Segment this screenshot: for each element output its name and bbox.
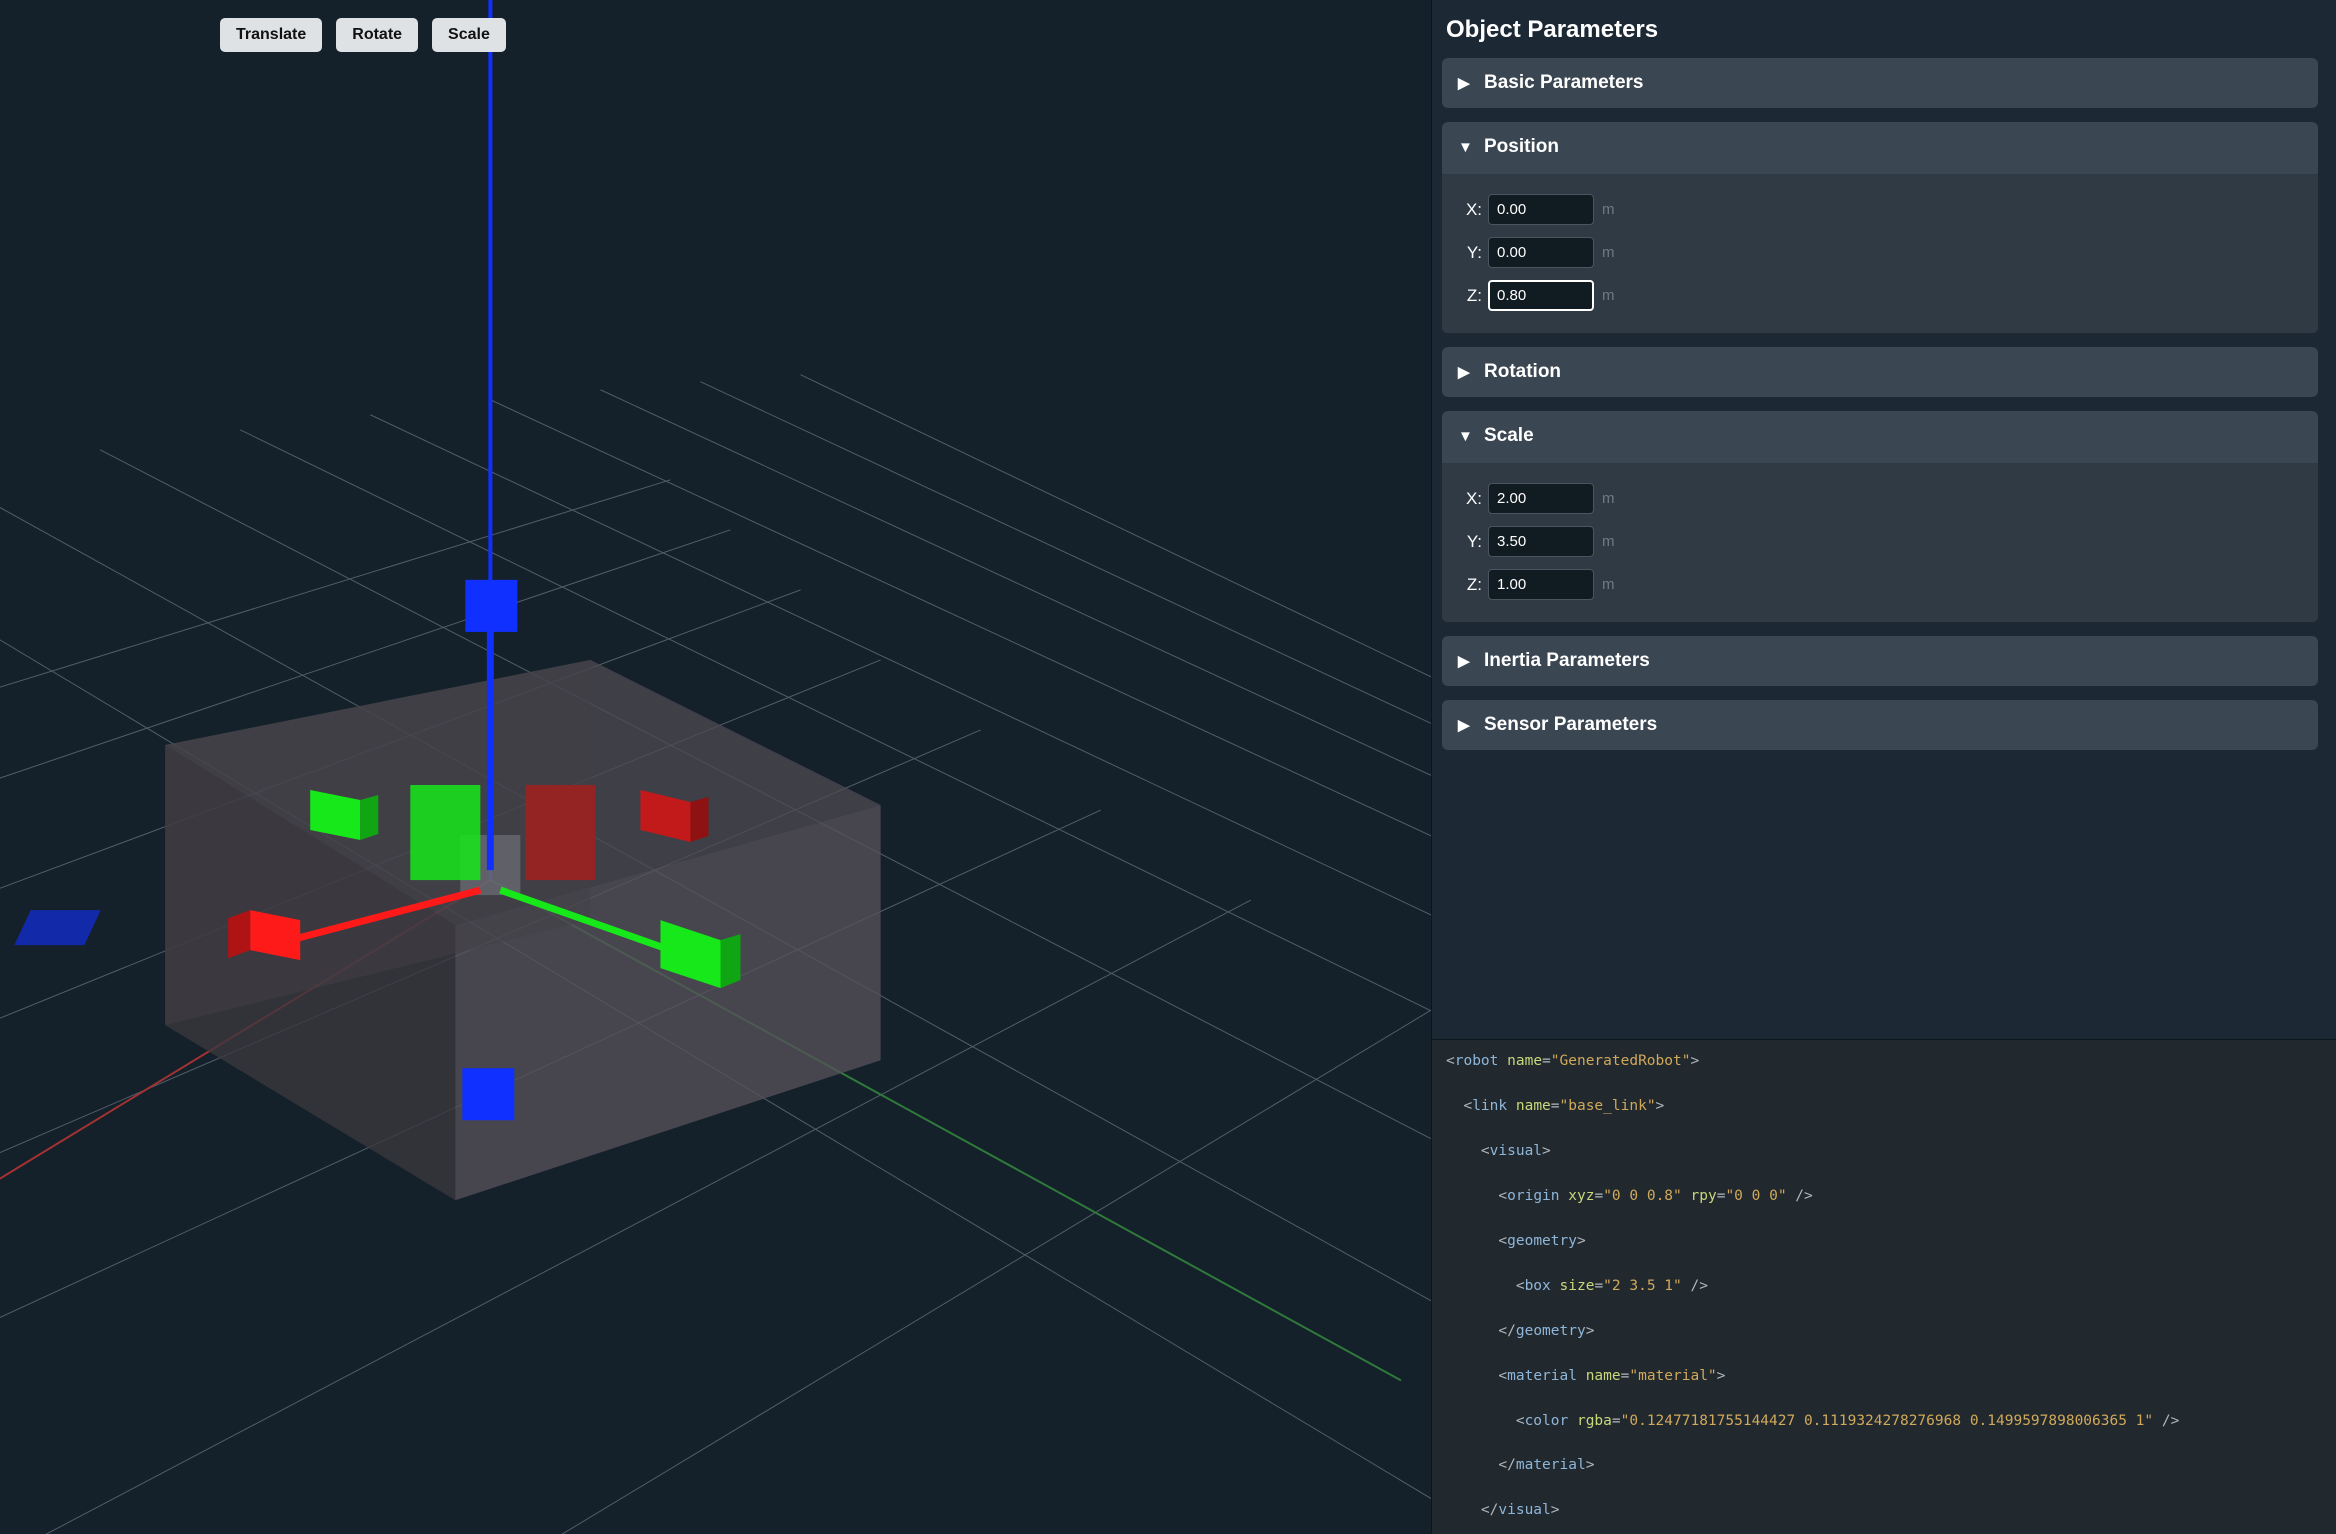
section-header-position[interactable]: ▼ Position — [1442, 122, 2318, 172]
unit-label: m — [1602, 201, 1615, 218]
position-y-row: Y: m — [1458, 237, 2302, 268]
panel-title: Object Parameters — [1446, 16, 2314, 44]
section-body-position: X: m Y: m Z: m — [1442, 174, 2318, 333]
right-column: Object Parameters ▶ Basic Parameters ▼ P… — [1431, 0, 2336, 1534]
position-z-input[interactable] — [1488, 280, 1594, 311]
transform-toolbar: Translate Rotate Scale — [220, 18, 506, 52]
section-header-rotation[interactable]: ▶ Rotation — [1442, 347, 2318, 397]
unit-label: m — [1602, 576, 1615, 593]
scale-x-input[interactable] — [1488, 483, 1594, 514]
scale-z-label: Z: — [1458, 575, 1482, 595]
section-sensor: ▶ Sensor Parameters — [1442, 700, 2318, 750]
chevron-right-icon: ▶ — [1458, 716, 1472, 734]
section-label: Rotation — [1484, 361, 1561, 383]
scale-x-row: X: m — [1458, 483, 2302, 514]
unit-label: m — [1602, 490, 1615, 507]
section-inertia: ▶ Inertia Parameters — [1442, 636, 2318, 686]
rotate-button[interactable]: Rotate — [336, 18, 418, 52]
app-root: Translate Rotate Scale — [0, 0, 2336, 1534]
section-basic: ▶ Basic Parameters — [1442, 58, 2318, 108]
section-label: Inertia Parameters — [1484, 650, 1650, 672]
viewport-3d[interactable]: Translate Rotate Scale — [0, 0, 1431, 1534]
unit-label: m — [1602, 533, 1615, 550]
viewport-svg — [0, 0, 1431, 1534]
section-header-scale[interactable]: ▼ Scale — [1442, 411, 2318, 461]
scale-z-row: Z: m — [1458, 569, 2302, 600]
code-output-panel[interactable]: <robot name="GeneratedRobot"> <link name… — [1432, 1039, 2336, 1534]
translate-button[interactable]: Translate — [220, 18, 322, 52]
scale-y-label: Y: — [1458, 532, 1482, 552]
unit-label: m — [1602, 287, 1615, 304]
section-header-inertia[interactable]: ▶ Inertia Parameters — [1442, 636, 2318, 686]
scale-y-row: Y: m — [1458, 526, 2302, 557]
position-z-label: Z: — [1458, 286, 1482, 306]
section-label: Sensor Parameters — [1484, 714, 1657, 736]
section-label: Position — [1484, 136, 1559, 158]
section-header-sensor[interactable]: ▶ Sensor Parameters — [1442, 700, 2318, 750]
parameter-panel[interactable]: Object Parameters ▶ Basic Parameters ▼ P… — [1432, 0, 2336, 1039]
chevron-down-icon: ▼ — [1458, 139, 1472, 156]
position-x-label: X: — [1458, 200, 1482, 220]
scale-y-input[interactable] — [1488, 526, 1594, 557]
section-label: Scale — [1484, 425, 1534, 447]
section-body-scale: X: m Y: m Z: m — [1442, 463, 2318, 622]
position-y-input[interactable] — [1488, 237, 1594, 268]
section-position: ▼ Position X: m Y: m Z: — [1442, 122, 2318, 333]
position-z-row: Z: m — [1458, 280, 2302, 311]
section-label: Basic Parameters — [1484, 72, 1644, 94]
position-x-row: X: m — [1458, 194, 2302, 225]
unit-label: m — [1602, 244, 1615, 261]
chevron-right-icon: ▶ — [1458, 363, 1472, 381]
scale-x-label: X: — [1458, 489, 1482, 509]
section-scale: ▼ Scale X: m Y: m Z: — [1442, 411, 2318, 622]
position-x-input[interactable] — [1488, 194, 1594, 225]
chevron-down-icon: ▼ — [1458, 428, 1472, 445]
section-rotation: ▶ Rotation — [1442, 347, 2318, 397]
chevron-right-icon: ▶ — [1458, 652, 1472, 670]
position-y-label: Y: — [1458, 243, 1482, 263]
scale-z-input[interactable] — [1488, 569, 1594, 600]
scale-button[interactable]: Scale — [432, 18, 506, 52]
section-header-basic[interactable]: ▶ Basic Parameters — [1442, 58, 2318, 108]
chevron-right-icon: ▶ — [1458, 74, 1472, 92]
